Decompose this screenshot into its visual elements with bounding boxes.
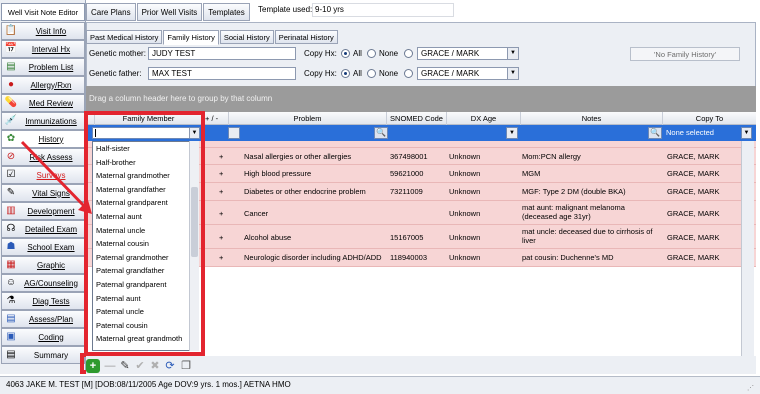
- list-icon: ▤: [6, 61, 16, 72]
- sidebar-item-school-exam[interactable]: ☗ School Exam: [1, 238, 85, 256]
- mother-all-radio[interactable]: [341, 49, 350, 58]
- syringe-icon: 💉: [4, 115, 18, 126]
- column-problem[interactable]: Problem: [229, 112, 387, 125]
- search-icon[interactable]: 🔍: [374, 127, 388, 139]
- sidebar-item-problem-list[interactable]: ▤ Problem List: [1, 58, 85, 76]
- mother-all-label: All: [353, 49, 362, 58]
- edit-row-button[interactable]: ✎: [118, 359, 132, 373]
- tab-templates[interactable]: Templates: [203, 3, 250, 21]
- chart-icon: ▥: [6, 205, 16, 216]
- sidebar-item-summary[interactable]: ▤ Summary: [1, 346, 85, 364]
- father-copy-radio[interactable]: [404, 69, 413, 78]
- template-label: Template used:: [258, 5, 313, 14]
- sidebar-item-ag-counseling[interactable]: ☺ AG/Counseling: [1, 274, 85, 292]
- top-tab-bar: Care Plans Prior Well Visits Templates: [86, 3, 251, 21]
- sidebar-item-med-review[interactable]: 💊 Med Review: [1, 94, 85, 112]
- copy-icon: ❐: [181, 359, 191, 372]
- refresh-icon: ⟳: [165, 359, 175, 372]
- sidebar-item-interval-hx[interactable]: 📅 Interval Hx: [1, 40, 85, 58]
- sidebar-item-allergy-rxn[interactable]: ● Allergy/Rxn: [1, 76, 85, 94]
- plan-icon: ▤: [6, 313, 16, 324]
- allergy-icon: ●: [7, 79, 15, 90]
- clipboard-icon: 📋: [4, 25, 18, 36]
- delete-row-button[interactable]: —: [103, 359, 117, 373]
- sign-filter-button[interactable]: [228, 127, 240, 139]
- mother-none-radio[interactable]: [367, 49, 376, 58]
- close-icon: ✖: [150, 359, 160, 372]
- sidebar-item-graphic[interactable]: ▦ Graphic: [1, 256, 85, 274]
- counseling-icon: ☺: [5, 277, 17, 288]
- chevron-down-icon[interactable]: ▼: [741, 127, 752, 139]
- sidebar-item-immunizations[interactable]: 💉 Immunizations: [1, 112, 85, 130]
- calendar-icon: 📅: [4, 43, 18, 54]
- family-tree-icon: ✿: [6, 133, 16, 144]
- group-by-panel[interactable]: Drag a column header here to group by th…: [86, 86, 756, 112]
- chevron-down-icon: ▼: [507, 68, 518, 79]
- copy-button[interactable]: ❐: [179, 359, 193, 373]
- dx-age-filter-dropdown[interactable]: ▼: [506, 127, 518, 139]
- sidebar-item-assess-plan[interactable]: ▤ Assess/Plan: [1, 310, 85, 328]
- resize-grip-icon[interactable]: ⋰: [747, 384, 757, 392]
- status-bar: 4063 JAKE M. TEST [M] [DOB:08/11/2005 Ag…: [0, 376, 760, 394]
- sidebar-item-visit-info[interactable]: 📋 Visit Info: [1, 22, 85, 40]
- mother-copy-radio[interactable]: [404, 49, 413, 58]
- father-copy-select[interactable]: GRACE / MARK ▼: [417, 67, 519, 80]
- pill-icon: 💊: [4, 97, 18, 108]
- no-entry-icon: ⊘: [6, 151, 16, 162]
- father-none-radio[interactable]: [367, 69, 376, 78]
- father-field[interactable]: MAX TEST: [148, 67, 296, 80]
- minus-icon: —: [104, 359, 116, 372]
- pencil-icon: ✎: [120, 359, 130, 372]
- test-icon: ⚗: [6, 295, 16, 306]
- column-plus-minus[interactable]: + / -: [203, 112, 229, 125]
- father-all-label: All: [353, 69, 362, 78]
- mother-copy-select[interactable]: GRACE / MARK ▼: [417, 47, 519, 60]
- copy-to-filter[interactable]: None selected: [666, 127, 734, 139]
- tab-social-history[interactable]: Social History: [219, 30, 274, 44]
- mother-label: Genetic mother:: [89, 49, 146, 58]
- search-icon[interactable]: 🔍: [648, 127, 662, 139]
- sidebar-title[interactable]: Well Visit Note Editor: [1, 3, 85, 21]
- checklist-icon: ☑: [6, 169, 16, 180]
- cancel-button[interactable]: ✖: [148, 359, 162, 373]
- stethoscope-icon: ☊: [6, 223, 16, 234]
- mother-none-label: None: [379, 49, 399, 58]
- grid-scrollbar[interactable]: [741, 141, 754, 368]
- father-none-label: None: [379, 69, 399, 78]
- accept-button[interactable]: ✔: [133, 359, 147, 373]
- column-notes[interactable]: Notes: [521, 112, 663, 125]
- tab-past-medical-history[interactable]: Past Medical History: [86, 30, 163, 44]
- no-family-history-button[interactable]: 'No Family History': [630, 47, 740, 61]
- sidebar-item-detailed-exam[interactable]: ☊ Detailed Exam: [1, 220, 85, 238]
- chevron-down-icon: ▼: [507, 48, 518, 59]
- pen-icon: ✎: [6, 187, 16, 198]
- annotation-arrow-icon: [20, 140, 92, 214]
- column-copy-to[interactable]: Copy To: [663, 112, 756, 125]
- template-value: 9-10 yrs: [312, 3, 454, 17]
- mother-field[interactable]: JUDY TEST: [148, 47, 296, 60]
- column-dx-age[interactable]: DX Age: [447, 112, 521, 125]
- add-row-button[interactable]: +: [86, 359, 100, 373]
- history-tab-bar: Past Medical History Family History Soci…: [86, 30, 339, 45]
- column-snomed-code[interactable]: SNOMED Code: [387, 112, 447, 125]
- sidebar-item-diag-tests[interactable]: ⚗ Diag Tests: [1, 292, 85, 310]
- coding-icon: ▣: [6, 331, 16, 342]
- highlight-box-family-member: [84, 111, 205, 356]
- father-copy-label: Copy Hx:: [304, 69, 337, 78]
- father-all-radio[interactable]: [341, 69, 350, 78]
- summary-icon: ▤: [6, 349, 16, 360]
- graphic-icon: ▦: [6, 259, 16, 270]
- plus-icon: +: [89, 359, 97, 372]
- tab-prior-well-visits[interactable]: Prior Well Visits: [136, 3, 203, 21]
- tab-perinatal-history[interactable]: Perinatal History: [274, 30, 338, 44]
- sidebar-item-coding[interactable]: ▣ Coding: [1, 328, 85, 346]
- refresh-button[interactable]: ⟳: [163, 359, 177, 373]
- father-label: Genetic father:: [89, 69, 142, 78]
- mother-copy-label: Copy Hx:: [304, 49, 337, 58]
- school-icon: ☗: [6, 241, 16, 252]
- tab-care-plans[interactable]: Care Plans: [86, 3, 136, 21]
- tab-family-history[interactable]: Family History: [163, 30, 219, 45]
- check-icon: ✔: [135, 359, 145, 372]
